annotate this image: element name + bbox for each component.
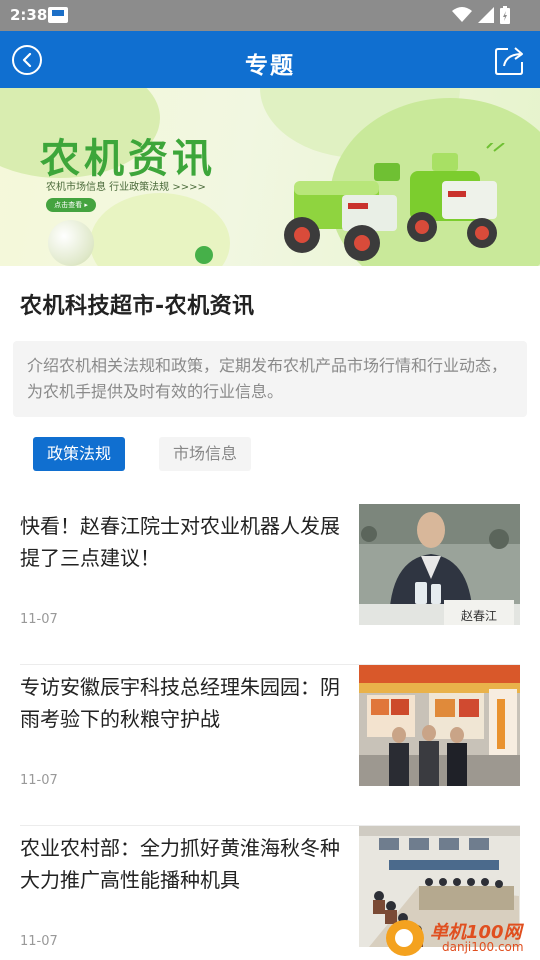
farm-robot-illustration [284, 143, 505, 261]
status-time: 2:38 [10, 6, 48, 24]
section-description: 介绍农机相关法规和政策，定期发布农机产品市场行情和行业动态，为农机手提供及时有效… [13, 341, 527, 417]
title-bar: 专题 [0, 31, 540, 88]
watermark-logo-icon [386, 920, 424, 956]
signal-icon [478, 7, 494, 23]
watermark: 单机100网 danji100.com [386, 918, 536, 958]
news-title: 快看！赵春江院士对农业机器人发展提了三点建议！ [20, 514, 340, 570]
news-date: 11-07 [20, 612, 58, 627]
news-date: 11-07 [20, 934, 58, 949]
news-thumbnail: 赵春江 [359, 504, 520, 625]
banner[interactable]: 农机资讯 农机市场信息 行业政策法规 >>>> 点击查看 ▸ [0, 88, 540, 266]
decorative-dot [195, 246, 213, 264]
watermark-url: danji100.com [442, 940, 524, 954]
news-thumbnail [359, 665, 520, 786]
news-item[interactable]: 专访安徽辰宇科技总经理朱园园：阴雨考验下的秋粮守护战 11-07 [20, 665, 520, 826]
tab-policy[interactable]: 政策法规 [33, 437, 126, 471]
news-photo-image: 赵春江 [359, 504, 520, 625]
share-icon [495, 47, 523, 75]
banner-subtitle: 农机市场信息 行业政策法规 >>>> [46, 182, 206, 193]
news-title: 农业农村部：全力抓好黄淮海秋冬种 大力推广高性能播种机具 [20, 836, 340, 892]
share-button[interactable] [494, 44, 526, 76]
battery-icon [500, 6, 510, 24]
decorative-ball [48, 220, 94, 266]
section-title: 农机科技超市-农机资讯 [20, 294, 255, 319]
tab-market[interactable]: 市场信息 [159, 437, 252, 471]
news-date: 11-07 [20, 773, 58, 788]
status-icons [452, 5, 510, 25]
photo-caption: 赵春江 [461, 609, 497, 623]
news-photo-image [359, 665, 520, 786]
app-notification-icon [48, 7, 68, 23]
wifi-icon [452, 7, 472, 22]
banner-button[interactable]: 点击查看 ▸ [46, 198, 96, 212]
banner-title: 农机资讯 [40, 136, 216, 182]
page-title: 专题 [245, 53, 295, 79]
status-bar: 2:38 [0, 0, 540, 31]
news-title: 专访安徽辰宇科技总经理朱园园：阴雨考验下的秋粮守护战 [20, 675, 340, 731]
news-item[interactable]: 快看！赵春江院士对农业机器人发展提了三点建议！ 11-07 赵春江 [20, 504, 520, 665]
